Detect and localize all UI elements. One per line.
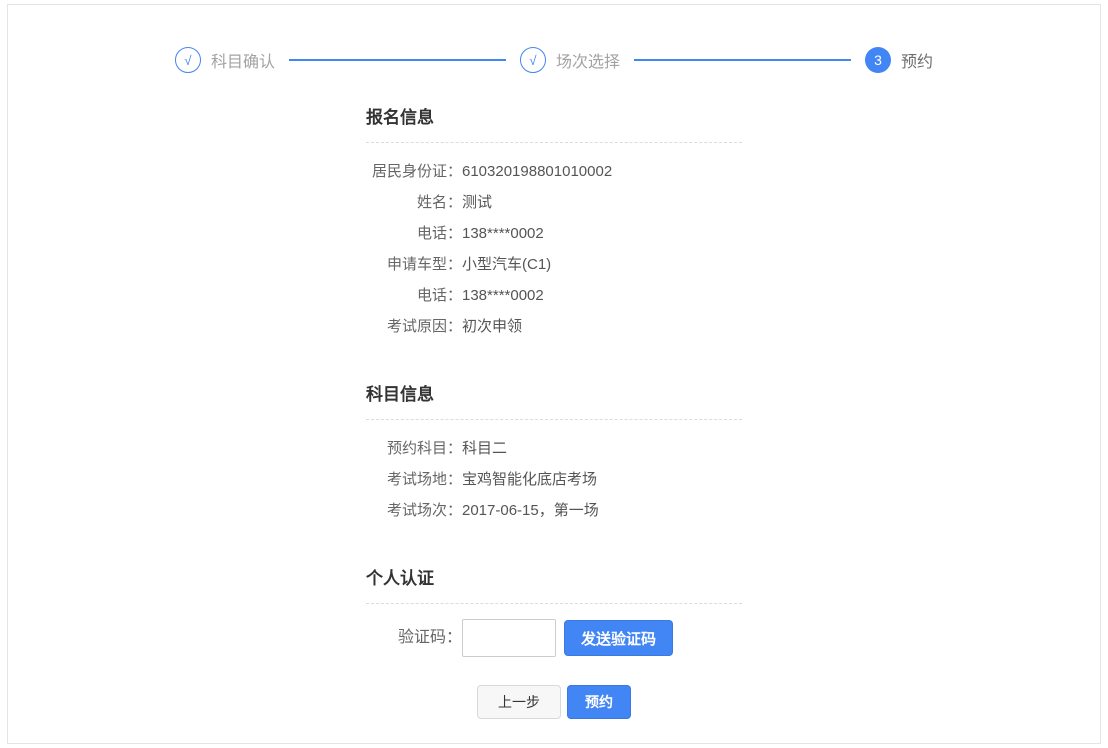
- info-row-booked-subject: 预约科目： 科目二: [366, 433, 742, 464]
- info-row-phone-2: 电话： 138****0002: [366, 280, 742, 311]
- row-value: 小型汽车(C1): [462, 249, 742, 280]
- section-registration-info: 报名信息 居民身份证： 610320198801010002 姓名： 测试 电话…: [366, 103, 742, 342]
- check-circle-icon: √: [520, 47, 546, 73]
- row-label: 居民身份证：: [366, 156, 462, 187]
- send-verification-code-button[interactable]: 发送验证码: [564, 620, 673, 656]
- info-row-id-card: 居民身份证： 610320198801010002: [366, 156, 742, 187]
- row-label: 电话：: [366, 280, 462, 311]
- row-label: 电话：: [366, 218, 462, 249]
- info-row-exam-session: 考试场次： 2017-06-15，第一场: [366, 495, 742, 526]
- section-divider: [366, 603, 742, 604]
- section-title: 个人认证: [366, 564, 742, 603]
- step-booking: 3 预约: [865, 47, 933, 73]
- stepper-connector: [634, 59, 851, 61]
- row-value: 2017-06-15，第一场: [462, 495, 742, 526]
- row-value: 610320198801010002: [462, 156, 742, 187]
- previous-step-button[interactable]: 上一步: [477, 685, 561, 719]
- row-value: 初次申领: [462, 311, 742, 342]
- section-subject-info: 科目信息 预约科目： 科目二 考试场地： 宝鸡智能化底店考场 考试场次： 201…: [366, 380, 742, 526]
- info-row-phone: 电话： 138****0002: [366, 218, 742, 249]
- step-number-badge: 3: [865, 47, 891, 73]
- info-row-name: 姓名： 测试: [366, 187, 742, 218]
- verification-code-input[interactable]: [462, 619, 556, 657]
- step-session-select: √ 场次选择: [520, 47, 620, 73]
- section-personal-verification: 个人认证 验证码： 发送验证码: [366, 564, 742, 657]
- section-title: 报名信息: [366, 103, 742, 142]
- stepper: √ 科目确认 √ 场次选择 3 预约: [175, 47, 933, 73]
- row-value: 测试: [462, 187, 742, 218]
- step-label: 场次选择: [556, 48, 620, 72]
- step-label: 科目确认: [211, 48, 275, 72]
- row-label: 考试场地：: [366, 464, 462, 495]
- row-label: 考试原因：: [366, 311, 462, 342]
- row-value: 科目二: [462, 433, 742, 464]
- verification-code-row: 验证码： 发送验证码: [366, 619, 742, 657]
- info-row-exam-reason: 考试原因： 初次申领: [366, 311, 742, 342]
- content-column: 报名信息 居民身份证： 610320198801010002 姓名： 测试 电话…: [366, 103, 742, 719]
- stepper-connector: [289, 59, 506, 61]
- row-label: 预约科目：: [366, 433, 462, 464]
- row-label: 考试场次：: [366, 495, 462, 526]
- row-label: 姓名：: [366, 187, 462, 218]
- row-label: 申请车型：: [366, 249, 462, 280]
- verification-code-label: 验证码：: [366, 619, 462, 657]
- step-subject-confirm: √ 科目确认: [175, 47, 275, 73]
- row-value: 138****0002: [462, 280, 742, 311]
- footer-actions: 上一步 预约: [366, 685, 742, 719]
- step-label: 预约: [901, 48, 933, 72]
- page-card: √ 科目确认 √ 场次选择 3 预约 报名信息 居民身份证： 610320198…: [7, 4, 1101, 744]
- info-row-vehicle-type: 申请车型： 小型汽车(C1): [366, 249, 742, 280]
- submit-booking-button[interactable]: 预约: [567, 685, 631, 719]
- row-value: 宝鸡智能化底店考场: [462, 464, 742, 495]
- section-title: 科目信息: [366, 380, 742, 419]
- info-row-exam-site: 考试场地： 宝鸡智能化底店考场: [366, 464, 742, 495]
- check-circle-icon: √: [175, 47, 201, 73]
- row-value: 138****0002: [462, 218, 742, 249]
